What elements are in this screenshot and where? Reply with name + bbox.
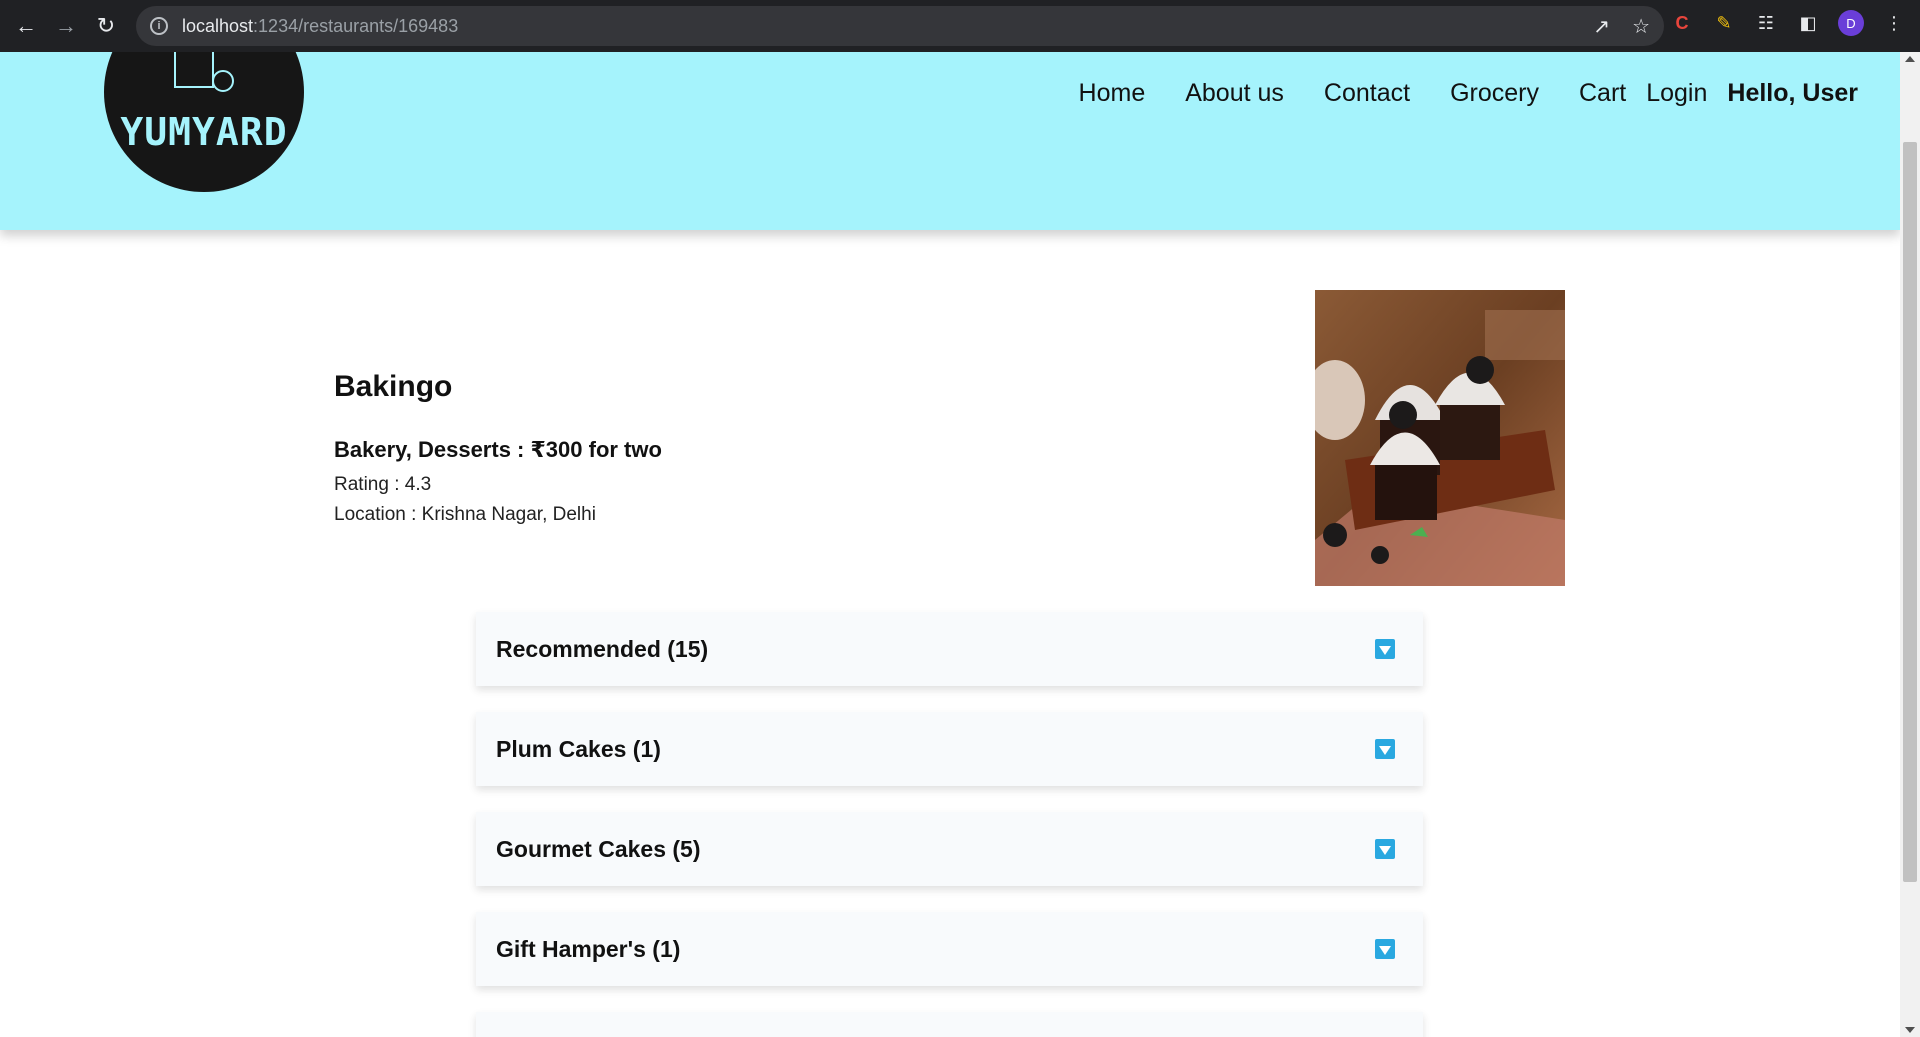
restaurant-location: Location : Krishna Nagar, Delhi bbox=[334, 504, 596, 525]
accordion-gift-hampers[interactable]: Gift Hamper's (1) bbox=[476, 912, 1423, 986]
chevron-down-icon[interactable] bbox=[1375, 939, 1395, 959]
forward-icon[interactable]: → bbox=[46, 6, 86, 46]
accordion-next[interactable] bbox=[476, 1012, 1423, 1037]
accordion-title: Gift Hamper's (1) bbox=[496, 935, 681, 962]
restaurant-image bbox=[1315, 290, 1565, 586]
browser-toolbar: ← → ↻ i localhost:1234/restaurants/16948… bbox=[0, 0, 1920, 52]
site-logo[interactable]: YUMYARD bbox=[104, 52, 304, 192]
chevron-down-icon[interactable] bbox=[1375, 739, 1395, 759]
extensions-puzzle-icon[interactable]: ☷ bbox=[1754, 11, 1778, 35]
scroll-down-icon[interactable] bbox=[1905, 1027, 1915, 1033]
side-panel-icon[interactable]: ◧ bbox=[1796, 11, 1820, 35]
accordion-title: Recommended (15) bbox=[496, 635, 709, 662]
scroll-up-icon[interactable] bbox=[1905, 56, 1915, 62]
site-header: YUMYARD Home About us Contact Grocery Ca… bbox=[0, 52, 1900, 230]
nav-login[interactable]: Login bbox=[1646, 79, 1707, 108]
nav-about-us[interactable]: About us bbox=[1185, 79, 1284, 108]
main-nav: Home About us Contact Grocery Cart Login… bbox=[1039, 79, 1858, 108]
scrollbar-thumb[interactable] bbox=[1903, 142, 1917, 882]
logo-text: YUMYARD bbox=[120, 110, 288, 154]
nav-home[interactable]: Home bbox=[1079, 79, 1146, 108]
site-info-icon[interactable]: i bbox=[150, 17, 168, 35]
accordion-title: Plum Cakes (1) bbox=[496, 735, 661, 762]
cherry-icon bbox=[212, 70, 234, 92]
accordion-plum-cakes[interactable]: Plum Cakes (1) bbox=[476, 712, 1423, 786]
url-host: localhost bbox=[182, 15, 254, 36]
page-viewport: YUMYARD Home About us Contact Grocery Ca… bbox=[0, 52, 1900, 1037]
profile-avatar[interactable]: D bbox=[1838, 10, 1864, 36]
nav-cart[interactable]: Cart bbox=[1579, 79, 1626, 108]
restaurant-cuisine: Bakery, Desserts : ₹300 for two bbox=[334, 437, 662, 462]
accordion-gourmet-cakes[interactable]: Gourmet Cakes (5) bbox=[476, 812, 1423, 886]
cupcake-photo bbox=[1315, 290, 1565, 586]
highlighter-extension-icon[interactable]: ✎ bbox=[1712, 11, 1736, 35]
chevron-down-icon[interactable] bbox=[1375, 839, 1395, 859]
reload-icon[interactable]: ↻ bbox=[86, 6, 126, 46]
address-url[interactable]: localhost:1234/restaurants/169483 bbox=[182, 16, 458, 37]
browser-menu-icon[interactable]: ⋮ bbox=[1882, 11, 1906, 35]
url-path: :1234/restaurants/169483 bbox=[253, 15, 459, 36]
back-icon[interactable]: ← bbox=[6, 6, 46, 46]
shopping-bag-icon bbox=[174, 52, 214, 88]
nav-grocery[interactable]: Grocery bbox=[1450, 79, 1539, 108]
share-icon[interactable]: ↗ bbox=[1593, 14, 1610, 39]
nav-contact[interactable]: Contact bbox=[1324, 79, 1410, 108]
accordion-recommended[interactable]: Recommended (15) bbox=[476, 612, 1423, 686]
accordion-title: Gourmet Cakes (5) bbox=[496, 835, 701, 862]
chevron-down-icon[interactable] bbox=[1375, 639, 1395, 659]
bookmark-star-icon[interactable]: ☆ bbox=[1632, 14, 1650, 39]
address-bar[interactable]: i localhost:1234/restaurants/169483 ↗ ☆ bbox=[136, 6, 1664, 46]
extension-c-icon[interactable]: C bbox=[1670, 11, 1694, 35]
user-greeting: Hello, User bbox=[1727, 79, 1858, 107]
page-scrollbar[interactable] bbox=[1900, 52, 1920, 1037]
restaurant-name: Bakingo bbox=[334, 370, 453, 403]
restaurant-rating: Rating : 4.3 bbox=[334, 474, 432, 495]
